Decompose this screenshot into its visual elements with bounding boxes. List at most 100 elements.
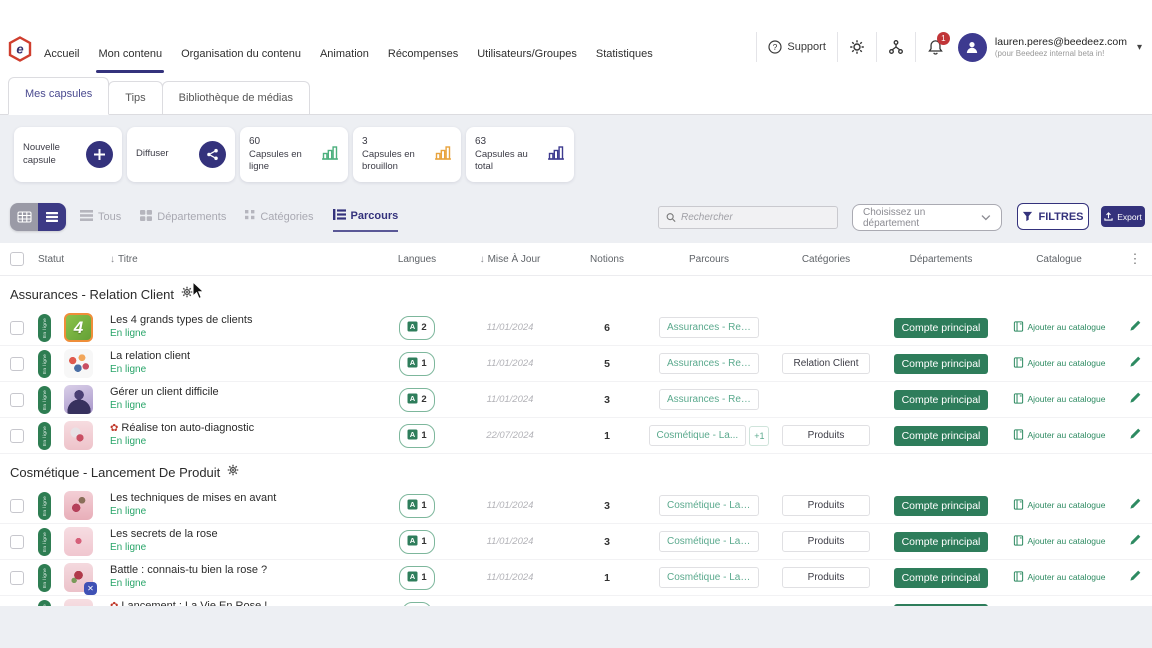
parcours-extra-chip[interactable]: +1	[749, 426, 769, 446]
add-to-catalog-button[interactable]: Ajouter au catalogue	[1013, 429, 1106, 442]
stat-card-1[interactable]: 3Capsules en brouillon	[353, 127, 461, 182]
stat-card-0[interactable]: 60Capsules en ligne	[240, 127, 348, 182]
capsule-thumbnail[interactable]: 4	[64, 313, 93, 342]
row-checkbox[interactable]	[10, 393, 24, 407]
edit-button[interactable]	[1129, 427, 1142, 444]
parcours-chip[interactable]: Cosmétique - La...	[649, 425, 747, 446]
search-box[interactable]	[658, 206, 838, 229]
capsule-title[interactable]: ✿Lancement : La Vie En Rose !	[110, 600, 380, 606]
languages-badge[interactable]: A1	[399, 530, 434, 554]
capsule-thumbnail[interactable]	[64, 527, 93, 556]
add-to-catalog-button[interactable]: Ajouter au catalogue	[1013, 357, 1106, 370]
grid-view-icon[interactable]	[10, 203, 38, 231]
column-options-button[interactable]: ⋮	[1118, 251, 1152, 267]
parcours-chip[interactable]: Assurances - Relatio...	[659, 353, 759, 374]
category-chip[interactable]: Produits	[782, 531, 870, 552]
stat-card-2[interactable]: 63Capsules au total	[466, 127, 574, 182]
settings-gear-button[interactable]	[849, 39, 865, 55]
add-to-catalog-button[interactable]: Ajouter au catalogue	[1013, 499, 1106, 512]
nav-item-6[interactable]: Statistiques	[596, 48, 653, 62]
languages-badge[interactable]: A1	[399, 566, 434, 590]
category-chip[interactable]: Produits	[782, 495, 870, 516]
notifications-button[interactable]: 1	[927, 39, 944, 56]
languages-badge[interactable]: A1	[399, 494, 434, 518]
department-badge[interactable]: Compte principal	[894, 496, 989, 516]
search-input[interactable]	[681, 212, 830, 223]
add-to-catalog-button[interactable]: Ajouter au catalogue	[1013, 321, 1106, 334]
languages-badge[interactable]: A1	[399, 352, 434, 376]
nav-item-4[interactable]: Récompenses	[388, 48, 458, 62]
col-catalogue[interactable]: Catalogue	[1000, 254, 1118, 265]
tab-1[interactable]: Tips	[108, 81, 162, 114]
export-button[interactable]: Export	[1101, 206, 1145, 227]
category-chip[interactable]: Relation Client	[782, 353, 870, 374]
col-parcours[interactable]: Parcours	[648, 254, 770, 265]
group-settings-button[interactable]	[227, 463, 239, 481]
capsule-title[interactable]: La relation client	[110, 350, 380, 364]
integrations-button[interactable]	[888, 39, 904, 55]
capsule-thumbnail[interactable]	[64, 599, 93, 606]
row-checkbox[interactable]	[10, 535, 24, 549]
user-block[interactable]: lauren.peres@beedeez.com (pour Beedeez i…	[995, 36, 1127, 58]
avatar[interactable]	[958, 33, 987, 62]
capsule-thumbnail[interactable]	[64, 421, 93, 450]
edit-button[interactable]	[1129, 605, 1142, 607]
nav-item-5[interactable]: Utilisateurs/Groupes	[477, 48, 577, 62]
col-notions[interactable]: Notions	[566, 254, 648, 265]
capsule-title[interactable]: Gérer un client difficile	[110, 386, 380, 400]
parcours-chip[interactable]: Assurances - Relatio...	[659, 389, 759, 410]
capsule-thumbnail[interactable]	[64, 491, 93, 520]
group-settings-button[interactable]	[181, 285, 193, 303]
edit-button[interactable]	[1129, 569, 1142, 586]
capsule-title[interactable]: Les techniques de mises en avant	[110, 492, 380, 506]
action-card-0[interactable]: Nouvelle capsule	[14, 127, 122, 182]
languages-badge[interactable]: A2	[399, 388, 434, 412]
parcours-chip[interactable]: Assurances - Relatio...	[659, 317, 759, 338]
edit-button[interactable]	[1129, 319, 1142, 336]
col-statut[interactable]: Statut	[38, 254, 64, 265]
category-chip[interactable]: Produits	[782, 425, 870, 446]
capsule-title[interactable]: ✿Réalise ton auto-diagnostic	[110, 422, 380, 436]
row-checkbox[interactable]	[10, 357, 24, 371]
row-checkbox[interactable]	[10, 321, 24, 335]
capsule-title[interactable]: Les 4 grands types de clients	[110, 314, 380, 328]
capsule-thumbnail[interactable]	[64, 385, 93, 414]
edit-button[interactable]	[1129, 391, 1142, 408]
parcours-chip[interactable]: Cosmétique - Lance...	[659, 495, 759, 516]
languages-badge[interactable]: A1	[399, 424, 434, 448]
capsule-thumbnail[interactable]: ✕	[64, 563, 93, 592]
capsule-title[interactable]: Battle : connais-tu bien la rose ?	[110, 564, 380, 578]
nav-item-0[interactable]: Accueil	[44, 48, 79, 62]
view-filter-parcours[interactable]: Parcours	[333, 209, 399, 232]
header-checkbox[interactable]	[10, 252, 24, 266]
capsule-title[interactable]: Les secrets de la rose	[110, 528, 380, 542]
edit-button[interactable]	[1129, 533, 1142, 550]
department-badge[interactable]: Compte principal	[894, 390, 989, 410]
chevron-down-icon[interactable]: ▾	[1137, 42, 1142, 53]
edit-button[interactable]	[1129, 497, 1142, 514]
add-to-catalog-button[interactable]: Ajouter au catalogue	[1013, 393, 1106, 406]
add-to-catalog-button[interactable]: Ajouter au catalogue	[1013, 571, 1106, 584]
capsule-thumbnail[interactable]	[64, 349, 93, 378]
languages-badge[interactable]: A2	[399, 316, 434, 340]
view-filter-departements[interactable]: Départements	[140, 209, 226, 232]
department-badge[interactable]: Compte principal	[894, 568, 989, 588]
nav-item-1[interactable]: Mon contenu	[98, 48, 162, 62]
row-checkbox[interactable]	[10, 571, 24, 585]
view-mode-toggle[interactable]	[10, 203, 66, 231]
nav-item-3[interactable]: Animation	[320, 48, 369, 62]
support-button[interactable]: ? Support	[768, 40, 826, 54]
col-mise-a-jour[interactable]: ↓Mise À Jour	[454, 254, 566, 265]
action-card-1[interactable]: Diffuser	[127, 127, 235, 182]
parcours-chip[interactable]: Cosmétique - Lance...	[659, 531, 759, 552]
tab-0[interactable]: Mes capsules	[8, 77, 109, 115]
list-view-icon[interactable]	[38, 203, 66, 231]
department-badge[interactable]: Compte principal	[894, 532, 989, 552]
col-categories[interactable]: Catégories	[770, 254, 882, 265]
department-select[interactable]: Choisissez un département	[852, 204, 1002, 231]
department-badge[interactable]: Compte principal	[894, 318, 989, 338]
view-filter-tous[interactable]: Tous	[80, 209, 121, 232]
row-checkbox[interactable]	[10, 499, 24, 513]
filters-button[interactable]: FILTRES	[1017, 203, 1089, 230]
add-to-catalog-button[interactable]: Ajouter au catalogue	[1013, 535, 1106, 548]
